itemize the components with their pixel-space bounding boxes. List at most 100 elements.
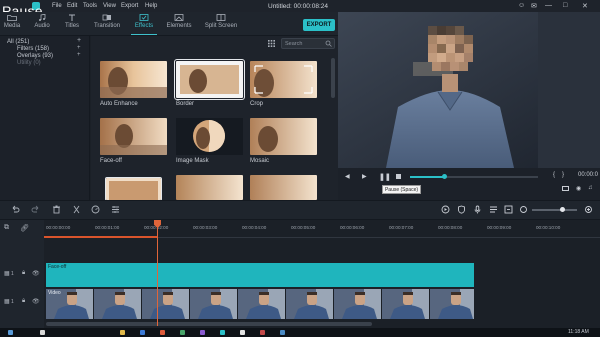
category-overlays[interactable]: Overlays (93) bbox=[17, 53, 53, 59]
taskbar-app-icon[interactable] bbox=[140, 330, 145, 335]
image-mask-thumbnail-image bbox=[176, 118, 243, 155]
sunset-thumbnail-image bbox=[100, 61, 167, 98]
add-icon[interactable]: + bbox=[77, 52, 81, 58]
render-icon[interactable] bbox=[441, 205, 450, 214]
grid-view-icon[interactable] bbox=[268, 40, 275, 47]
redo-icon[interactable] bbox=[31, 205, 40, 214]
camera-icon[interactable]: ◉ bbox=[576, 185, 581, 192]
fullscreen-icon[interactable] bbox=[562, 186, 569, 191]
mail-icon[interactable]: ✉ bbox=[531, 2, 537, 10]
taskbar-app-icon[interactable] bbox=[180, 330, 185, 335]
zoom-fit-icon[interactable] bbox=[519, 205, 528, 214]
voiceover-list-icon[interactable] bbox=[489, 205, 498, 214]
video-preview[interactable] bbox=[338, 12, 600, 168]
link-icon[interactable]: 🔗︎ bbox=[20, 224, 29, 232]
menu-edit[interactable]: Edit bbox=[67, 3, 77, 9]
stop-icon[interactable] bbox=[396, 174, 401, 179]
close-icon[interactable]: ✕ bbox=[582, 2, 588, 10]
effect-thumb[interactable] bbox=[250, 175, 317, 200]
lock-icon[interactable]: 🔒︎ bbox=[22, 298, 25, 305]
scissors-icon[interactable] bbox=[72, 205, 81, 214]
trash-icon[interactable] bbox=[52, 205, 61, 214]
menu-view[interactable]: View bbox=[103, 3, 116, 9]
microphone-icon[interactable] bbox=[473, 205, 482, 214]
ruler-tick-label: 00:00:10:00 bbox=[536, 225, 561, 230]
ruler-tick-label: 00:00:06:00 bbox=[340, 225, 365, 230]
zoom-slider-track[interactable] bbox=[532, 209, 577, 211]
effect-thumb-crop[interactable] bbox=[250, 61, 317, 98]
effects-icon bbox=[139, 14, 149, 21]
tab-effects[interactable]: Effects bbox=[126, 14, 162, 29]
eye-icon[interactable]: 👁︎ bbox=[32, 270, 40, 277]
bracket-right-icon[interactable]: } bbox=[562, 172, 564, 178]
taskbar-app-icon[interactable] bbox=[160, 330, 165, 335]
effect-thumb-mosaic[interactable] bbox=[250, 118, 317, 155]
user-icon[interactable]: ☺ bbox=[518, 2, 525, 9]
taskbar-app-icon[interactable] bbox=[220, 330, 225, 335]
effect-clip-face-off[interactable] bbox=[46, 263, 474, 287]
maximize-icon[interactable]: □ bbox=[563, 2, 567, 9]
search-taskbar-icon[interactable] bbox=[40, 330, 45, 335]
export-button[interactable]: EXPORT bbox=[303, 19, 335, 31]
timeline-scrollbar[interactable] bbox=[46, 322, 372, 326]
search-icon[interactable] bbox=[325, 40, 332, 47]
effect-thumb-image-mask[interactable] bbox=[176, 118, 243, 155]
adjust-icon[interactable] bbox=[111, 205, 120, 214]
play-icon[interactable]: ▶ bbox=[362, 173, 367, 180]
menu-file[interactable]: File bbox=[52, 3, 62, 9]
pause-icon[interactable]: ❚❚ bbox=[379, 173, 391, 181]
add-track-icon[interactable]: ⧉ bbox=[4, 224, 9, 232]
playhead-line[interactable] bbox=[157, 220, 158, 326]
system-clock: 11:18 AM bbox=[568, 329, 589, 335]
text-icon bbox=[69, 14, 75, 21]
transition-icon bbox=[102, 14, 111, 21]
effects-scrollbar[interactable] bbox=[331, 58, 335, 98]
tab-titles[interactable]: Titles bbox=[54, 14, 90, 29]
video-clip-filmstrip-image bbox=[46, 289, 474, 319]
taskbar-app-icon[interactable] bbox=[120, 330, 125, 335]
tab-transition[interactable]: Transition bbox=[89, 14, 125, 29]
taskbar-app-icon[interactable] bbox=[260, 330, 265, 335]
tab-split-screen[interactable]: Split Screen bbox=[203, 14, 239, 29]
zoom-out-icon[interactable] bbox=[504, 205, 513, 214]
effect-label: Mosaic bbox=[250, 158, 270, 164]
bracket-left-icon[interactable]: { bbox=[553, 172, 555, 178]
effect-label: Border bbox=[176, 101, 195, 107]
category-utility[interactable]: Utility (0) bbox=[17, 60, 41, 66]
video-clip[interactable] bbox=[46, 289, 474, 319]
add-icon[interactable]: + bbox=[77, 45, 81, 51]
playback-progress-fill bbox=[410, 176, 445, 178]
menu-tools[interactable]: Tools bbox=[83, 3, 97, 9]
zoom-slider-handle[interactable] bbox=[560, 207, 565, 212]
effect-thumb-face-off[interactable] bbox=[100, 118, 167, 155]
effect-clip-label: Face-off bbox=[48, 264, 67, 270]
border-thumbnail-image bbox=[176, 61, 243, 98]
effect-thumb[interactable] bbox=[105, 177, 162, 201]
start-icon[interactable] bbox=[8, 330, 13, 335]
effect-thumbnail-image bbox=[106, 178, 161, 200]
effect-thumb-auto-enhance[interactable] bbox=[100, 61, 167, 98]
undo-icon[interactable] bbox=[11, 205, 20, 214]
taskbar-app-icon[interactable] bbox=[240, 330, 245, 335]
add-icon[interactable]: + bbox=[77, 37, 81, 44]
eye-icon[interactable]: 👁︎ bbox=[32, 298, 40, 305]
menu-export[interactable]: Export bbox=[121, 3, 138, 9]
previous-frame-icon[interactable]: ◀ bbox=[345, 173, 350, 180]
effect-thumb[interactable] bbox=[176, 175, 243, 200]
lock-icon[interactable]: 🔒︎ bbox=[22, 270, 25, 277]
zoom-in-icon[interactable] bbox=[584, 205, 593, 214]
shield-icon[interactable] bbox=[457, 205, 466, 214]
menu-help[interactable]: Help bbox=[145, 3, 157, 9]
category-filters[interactable]: Filters (158) bbox=[17, 46, 49, 52]
effect-thumb-border[interactable] bbox=[174, 59, 245, 100]
active-tab-indicator bbox=[131, 34, 157, 35]
speed-icon[interactable] bbox=[91, 205, 100, 214]
minimize-icon[interactable]: — bbox=[545, 2, 552, 9]
taskbar-app-icon[interactable] bbox=[200, 330, 205, 335]
ruler-tick-label: 00:00:03:00 bbox=[193, 225, 218, 230]
volume-icon[interactable]: ♫ bbox=[588, 185, 593, 191]
taskbar-app-icon[interactable] bbox=[280, 330, 285, 335]
tab-elements[interactable]: Elements bbox=[161, 14, 197, 29]
effect-label: Face-off bbox=[100, 158, 122, 164]
category-all[interactable]: All (251) bbox=[7, 39, 29, 45]
